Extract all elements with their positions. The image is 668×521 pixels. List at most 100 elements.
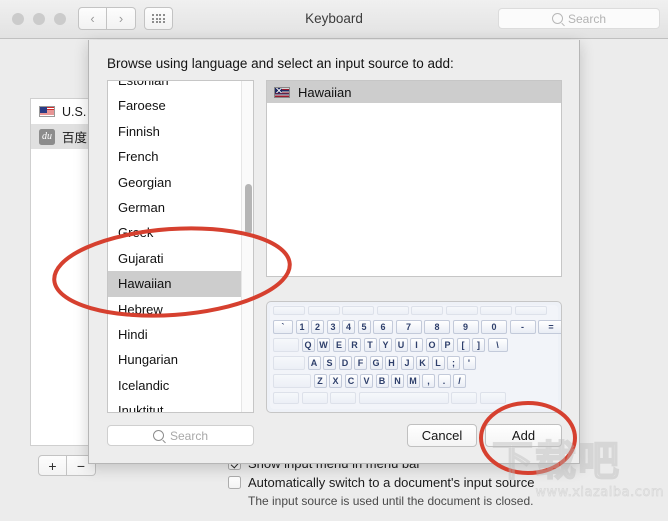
language-label: Hungarian [118,352,178,368]
keyboard-key: 0 [481,320,507,334]
us-flag-icon [39,106,55,117]
option-row[interactable]: Automatically switch to a document's inp… [228,475,648,490]
auto-switch-checkbox[interactable] [228,476,241,489]
keyboard-key: M [406,374,420,388]
cancel-button[interactable]: Cancel [407,424,477,447]
keyboard-key-blank [273,374,311,388]
scrollbar-thumb[interactable] [244,184,252,234]
keyboard-key: V [360,374,373,388]
language-label: Estonian [118,80,169,88]
input-source-label: 百度 [62,131,88,145]
keyboard-key: 8 [424,320,450,334]
keyboard-key: U [394,338,408,352]
keyboard-key-blank [342,306,374,315]
preferences-search-field[interactable]: Search [498,8,660,29]
language-list-item[interactable]: Estonian [108,80,253,93]
language-list[interactable]: Estonian Faroese Finnish French Georgian Germ… [107,80,254,413]
language-list-item[interactable]: German [108,195,253,220]
keyboard-key-blank [273,356,305,370]
language-label: Greek [118,225,154,241]
keyboard-key: 2 [311,320,324,334]
plus-icon: + [48,457,57,474]
input-source-results-list[interactable]: Hawaiian [266,80,562,277]
input-source-label: U.S. [62,104,87,119]
search-icon [152,430,164,441]
window-titlebar: ‹ › Keyboard Search [0,0,668,39]
screenshot-root: ‹ › Keyboard Search U.S. du 百度 + − Autom… [0,0,668,521]
language-list-item[interactable]: Gujarati [108,246,253,271]
add-button[interactable]: Add [485,424,562,447]
keyboard-key: ` [273,320,293,334]
keyboard-key-blank [514,306,547,315]
keyboard-key-blank [480,306,512,315]
keyboard-key-blank [376,306,409,315]
keyboard-key: ' [462,356,476,370]
keyboard-key-blank [358,391,449,404]
language-list-item[interactable]: Georgian [108,170,253,195]
language-list-item[interactable]: French [108,144,253,169]
language-list-item[interactable]: Hebrew [108,297,253,322]
list-item[interactable]: Hawaiian [267,81,561,103]
language-search-field[interactable]: Search [107,425,254,446]
keyboard-key: . [437,374,451,388]
keyboard-key: 7 [395,320,422,334]
keyboard-key-blank [273,338,299,352]
keyboard-row: Q W E R T Y U I O P[] \ [270,337,558,353]
option-help-text: The input source is used until the docum… [248,494,534,508]
keyboard-key-blank [273,391,299,404]
language-label: Inuktitut [118,403,164,413]
language-list-item[interactable]: Inuktitut [108,398,253,413]
keyboard-key: C [344,374,358,388]
search-placeholder: Search [567,11,607,26]
language-label: Hawaiian [118,276,172,292]
keyboard-key: G [369,356,383,370]
add-input-source-sheet: Browse using language and select an inpu… [88,40,580,464]
language-list-item[interactable]: Finnish [108,119,253,144]
keyboard-key: Q [301,338,315,352]
keyboard-key-blank [445,306,478,315]
language-list-item[interactable]: Hungarian [108,347,253,372]
language-label: Faroese [118,98,166,114]
keyboard-key: Y [379,338,392,352]
option-label: Automatically switch to a document's inp… [248,475,535,490]
sheet-title: Browse using language and select an inpu… [107,56,454,71]
keyboard-key: ] [472,338,485,352]
keyboard-key-blank [301,391,328,404]
language-list-item[interactable]: Hindi [108,322,253,347]
keyboard-key: S [323,356,336,370]
keyboard-key: ; [447,356,460,370]
keyboard-row: A S D F G H J K L; ' [270,355,558,371]
keyboard-key-blank [273,306,305,315]
keyboard-key: H [385,356,398,370]
keyboard-key: X [329,374,342,388]
keyboard-key: , [422,374,435,388]
language-label: Hebrew [118,301,163,317]
keyboard-key: K [416,356,429,370]
language-list-scrollbar[interactable] [241,81,253,412]
keyboard-key: - [509,320,536,334]
keyboard-key-blank [307,306,340,315]
keyboard-key: R [348,338,361,352]
keyboard-key: 5 [357,320,371,334]
keyboard-key: = [538,320,561,334]
keyboard-row [270,391,558,404]
add-input-source-button[interactable]: + [38,455,67,476]
keyboard-key: O [425,338,439,352]
language-list-item[interactable]: Hawaiian [108,271,253,297]
language-label: Finnish [118,123,160,139]
keyboard-row [270,305,558,316]
language-label: Gujarati [118,250,164,266]
keyboard-row: ` 1 2 3 4 5 6 7 8 9 0- = [270,319,561,335]
keyboard-key: N [391,374,404,388]
baidu-du-icon: du [39,128,55,145]
cancel-label: Cancel [421,428,463,443]
search-icon [551,13,563,24]
keyboard-key: Z [313,374,327,388]
keyboard-key-blank [479,391,506,404]
keyboard-key: W [317,338,330,352]
language-list-item[interactable]: Icelandic [108,373,253,398]
keyboard-key: 3 [326,320,340,334]
language-list-item[interactable]: Greek [108,220,253,245]
language-label: Icelandic [118,377,170,393]
language-list-item[interactable]: Faroese [108,93,253,118]
